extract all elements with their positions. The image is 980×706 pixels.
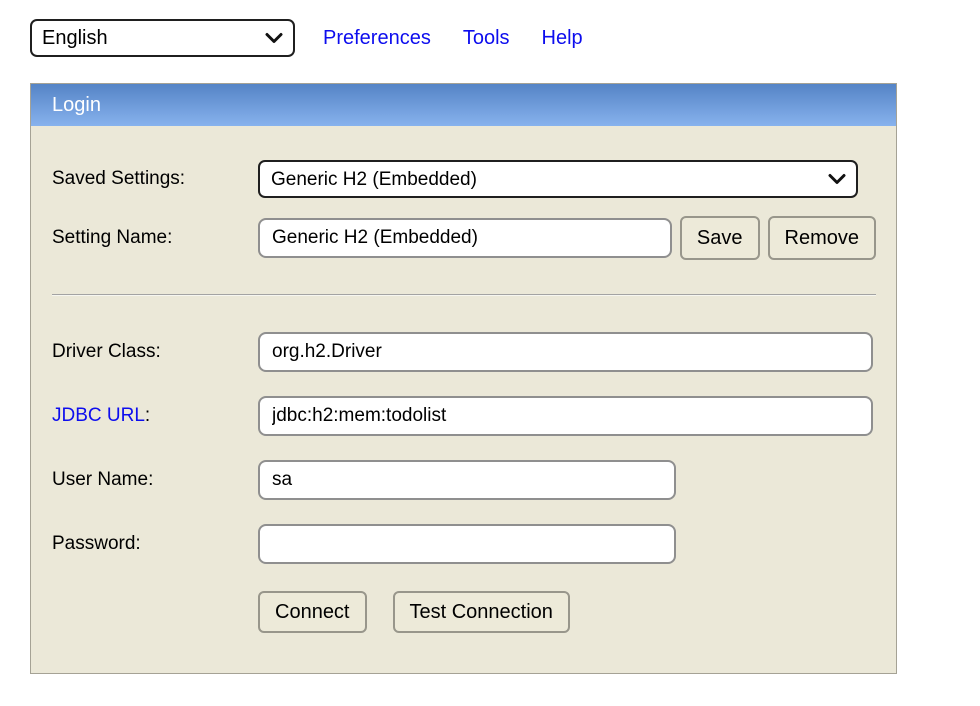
jdbc-url-input[interactable] [258, 396, 873, 436]
driver-class-input[interactable] [258, 332, 873, 372]
link-help[interactable]: Help [542, 27, 583, 50]
link-tools[interactable]: Tools [463, 27, 510, 50]
jdbc-url-colon: : [145, 405, 150, 426]
panel-header: Login [31, 84, 896, 126]
setting-name-label: Setting Name: [52, 227, 258, 249]
top-bar: English Preferences Tools Help [30, 19, 615, 57]
setting-name-input[interactable] [258, 218, 672, 258]
test-connection-button[interactable]: Test Connection [393, 591, 570, 633]
jdbc-url-label: JDBC URL: [52, 405, 258, 427]
driver-class-label: Driver Class: [52, 341, 258, 363]
saved-settings-label: Saved Settings: [52, 168, 258, 190]
saved-settings-select[interactable]: Generic H2 (Embedded) [258, 160, 858, 198]
link-preferences[interactable]: Preferences [323, 27, 431, 50]
remove-button[interactable]: Remove [768, 216, 876, 260]
divider [52, 294, 876, 296]
login-panel: Login Saved Settings: Generic H2 (Embedd… [30, 83, 897, 674]
connect-button[interactable]: Connect [258, 591, 367, 633]
user-name-label: User Name: [52, 469, 258, 491]
jdbc-url-link[interactable]: JDBC URL [52, 405, 145, 426]
login-form: Saved Settings: Generic H2 (Embedded) Se… [31, 126, 896, 633]
language-select[interactable]: English [30, 19, 295, 57]
save-button[interactable]: Save [680, 216, 760, 260]
password-label: Password: [52, 533, 258, 555]
user-name-input[interactable] [258, 460, 676, 500]
password-input[interactable] [258, 524, 676, 564]
panel-title: Login [52, 94, 101, 117]
